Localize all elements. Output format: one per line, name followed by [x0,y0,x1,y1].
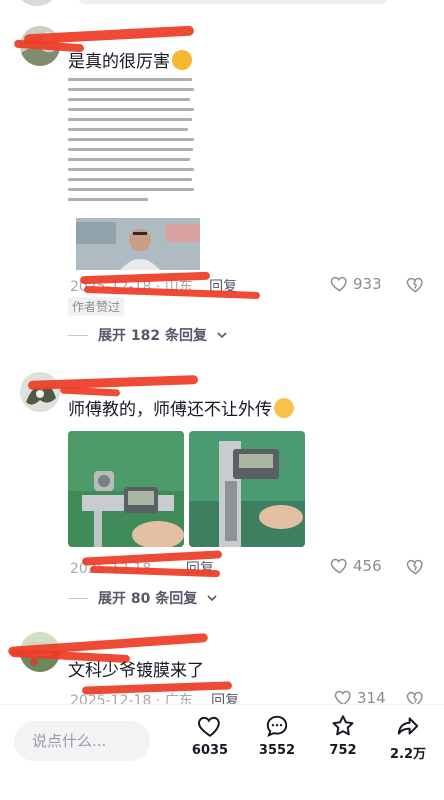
favorite-action-button[interactable]: 752 [315,713,371,758]
divider [68,334,88,336]
expand-replies-button[interactable]: 展开 80 条回复 [68,588,217,608]
broken-heart-icon[interactable] [406,557,425,576]
chevron-down-icon [207,595,217,602]
like-total: 6035 [191,743,229,758]
expand-replies-button[interactable]: 展开 182 条回复 [68,325,227,345]
comment-image-1[interactable] [68,431,184,547]
comment-image-2[interactable] [189,431,305,547]
previous-comment-stub [0,0,444,8]
bottom-action-bar: 说点什么... 6035 3552 752 2.2万 [0,704,444,800]
chevron-down-icon [217,332,227,339]
wink-emoji-icon [274,398,294,418]
comment-text: 师傅教的，师傅还不让外传 [68,398,294,421]
heart-icon [198,716,220,737]
divider [68,597,88,599]
previous-comment-bar [78,0,388,4]
share-total: 2.2万 [389,747,427,762]
avatar [20,0,54,6]
heart-icon [330,558,347,574]
comment-action-button[interactable]: 3552 [249,713,305,758]
broken-heart-icon[interactable] [406,275,425,294]
redacted-username [59,386,121,397]
comment-bubble-icon [266,715,288,737]
avatar[interactable] [20,372,60,412]
like-action-button[interactable]: 6035 [182,713,238,758]
like-count: 456 [353,556,382,575]
comment-total: 3552 [258,743,296,758]
comment-text: 是真的很厉害 [68,50,192,73]
heart-icon [330,276,347,292]
favorite-total: 752 [329,743,357,758]
share-icon [397,717,419,735]
comment-text: 文科少爷镀膜来了 [68,661,204,681]
article-screenshot-image[interactable] [68,74,200,270]
thumbs-up-icon [172,50,192,70]
comment-input[interactable]: 说点什么... [14,721,150,761]
like-button[interactable]: 933 [330,274,382,293]
share-action-button[interactable]: 2.2万 [380,713,436,762]
like-count: 933 [353,274,382,293]
author-liked-badge: 作者赞过 [68,297,125,316]
star-icon [332,715,354,736]
like-button[interactable]: 456 [330,556,382,575]
article-photo [76,218,200,270]
